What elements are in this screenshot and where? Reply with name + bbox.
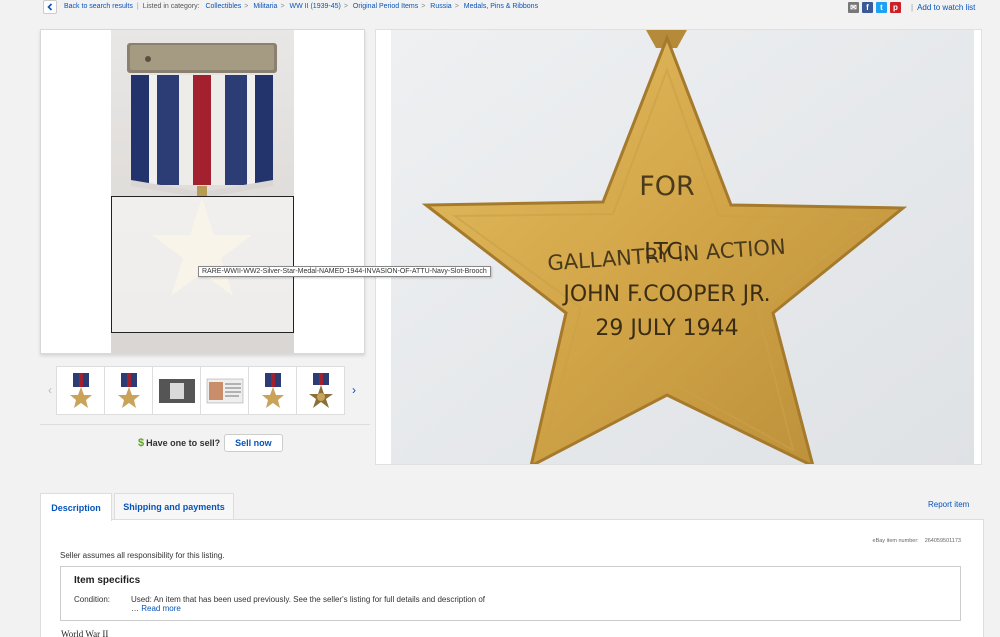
crumb-militaria[interactable]: Militaria: [253, 3, 277, 10]
engraving-line5: 29 JULY 1944: [595, 316, 738, 341]
image-tooltip: RARE-WWII-WW2-Silver-Star-Medal-NAMED-19…: [198, 266, 491, 277]
item-number-value: 264059501173: [924, 538, 961, 544]
pinterest-icon[interactable]: p: [890, 2, 901, 13]
condition-value: Used: An item that has been used previou…: [131, 595, 486, 604]
engraving-layer: FOR GALLANTRY IN ACTION LTC. JOHN F.COOP…: [547, 171, 787, 341]
share-icons: ✉ f t p: [848, 2, 901, 13]
item-specifics-box: Item specifics Condition: Used: An item …: [60, 566, 961, 621]
top-bar: Back to search results | Listed in categor…: [0, 0, 1000, 16]
crumb-russia[interactable]: Russia: [430, 3, 451, 10]
item-specifics-title: Item specifics: [74, 575, 141, 586]
crumb-original-period[interactable]: Original Period Items: [353, 3, 418, 10]
seller-responsibility: Seller assumes all responsibility for th…: [60, 551, 225, 560]
sell-question: Have one to sell?: [146, 438, 221, 448]
engraving-line3: LTC.: [644, 239, 690, 265]
item-number: eBay item number: 264059501173: [873, 538, 961, 544]
report-item-link[interactable]: Report item: [928, 500, 969, 509]
crumb-collectibles[interactable]: Collectibles: [205, 3, 241, 10]
description-body: World War II: [61, 629, 109, 637]
tab-description[interactable]: Description: [40, 493, 112, 521]
zoom-lens[interactable]: [111, 196, 294, 333]
thumb-prev-icon[interactable]: ‹: [45, 383, 55, 397]
chevron-left-icon: [47, 3, 53, 11]
facebook-icon[interactable]: f: [862, 2, 873, 13]
listed-in-label: Listed in category:: [142, 3, 200, 10]
thumbnail-5[interactable]: [248, 366, 297, 415]
engraving-line4: JOHN F.COOPER JR.: [561, 282, 770, 307]
crumb-ww2[interactable]: WW II (1939-45): [289, 3, 340, 10]
thumbnail-strip: ‹ ›: [45, 366, 365, 416]
breadcrumb: Back to search results | Listed in categor…: [64, 3, 539, 10]
thumb-next-icon[interactable]: ›: [349, 383, 359, 397]
sell-row: $ Have one to sell? Sell now: [138, 434, 283, 452]
back-button[interactable]: [43, 0, 57, 14]
zoomed-photo: FOR GALLANTRY IN ACTION LTC. JOHN F.COOP…: [375, 29, 982, 465]
sell-now-button[interactable]: Sell now: [224, 434, 283, 452]
email-icon[interactable]: ✉: [848, 2, 859, 13]
condition-label: Condition:: [74, 595, 111, 604]
description-panel: eBay item number: 264059501173 Seller ass…: [40, 519, 984, 637]
tab-shipping[interactable]: Shipping and payments: [114, 493, 234, 519]
thumbnail-2[interactable]: [104, 366, 153, 415]
crumb-medals[interactable]: Medals, Pins & Ribbons: [464, 3, 538, 10]
thumbnail-3[interactable]: [152, 366, 201, 415]
add-to-watch-list-link[interactable]: Add to watch list: [917, 3, 975, 12]
thumbnail-4[interactable]: [200, 366, 249, 415]
main-photo[interactable]: [40, 29, 365, 354]
back-to-results-link[interactable]: Back to search results: [64, 3, 133, 10]
thumbnail-1[interactable]: [56, 366, 105, 415]
twitter-icon[interactable]: t: [876, 2, 887, 13]
dollar-icon: $: [138, 437, 145, 449]
read-more-link[interactable]: Read more: [141, 604, 181, 613]
item-number-label: eBay item number:: [872, 538, 919, 544]
divider: [40, 424, 370, 425]
thumbnail-6[interactable]: [296, 366, 345, 415]
engraving-line1: FOR: [639, 171, 695, 202]
read-more: … Read more: [131, 604, 181, 613]
watch-list: | Add to watch list: [911, 3, 976, 12]
